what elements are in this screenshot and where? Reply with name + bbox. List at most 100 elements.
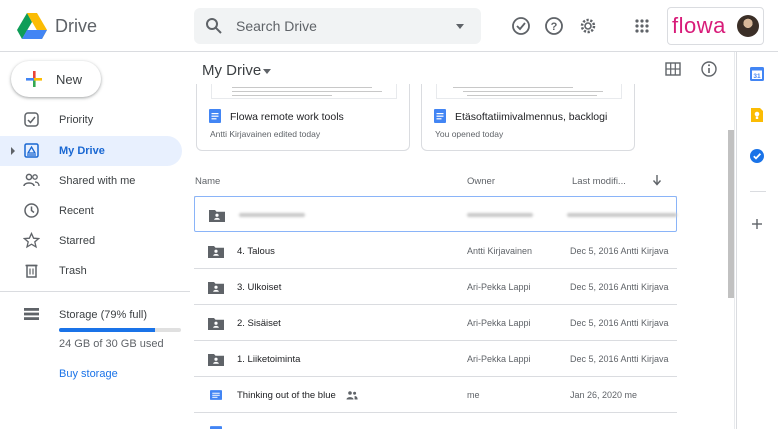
search-bar[interactable] [194,8,481,44]
clock-icon [24,203,39,218]
suggested-file-card[interactable]: Flowa remote work tools Antti Kirjavaine… [196,84,410,151]
storage-label[interactable]: Storage (79% full) [59,309,147,321]
page-title[interactable]: My Drive [202,62,261,79]
my-drive-icon [24,143,39,158]
file-preview-thumbnail [436,84,622,99]
table-row[interactable]: 2. Sisäiset Ari-Pekka Lappi Dec 5, 2016 … [194,305,677,341]
file-modified: Dec 5, 2016 Antti Kirjava [570,318,669,328]
file-name: 1. Liiketoiminta [237,354,301,365]
scrollbar-track [734,52,735,429]
sidebar-divider [0,291,190,292]
sidebar-item-shared-with-me[interactable]: Shared with me [0,166,182,196]
shared-folder-icon [208,318,224,330]
sidebar-item-label: Priority [59,114,94,126]
settings-gear-icon[interactable] [577,15,599,37]
sort-arrow-down-icon[interactable] [652,174,662,186]
expand-caret-icon[interactable] [11,147,15,155]
search-input[interactable] [236,16,436,36]
storage-used-text: 24 GB of 30 GB used [59,338,164,350]
buy-storage-link[interactable]: Buy storage [59,368,118,380]
docs-file-icon [434,109,446,123]
shared-folder-icon [209,210,225,222]
table-row[interactable] [194,196,677,232]
card-title: Flowa remote work tools [230,111,344,123]
redacted-owner [467,213,533,217]
app-name[interactable]: Drive [55,16,97,37]
file-modified: Dec 5, 2016 Antti Kirjava [570,354,669,364]
table-row[interactable]: 3. Ulkoiset Ari-Pekka Lappi Dec 5, 2016 … [194,269,677,305]
table-row[interactable]: 4. Talous Antti Kirjavainen Dec 5, 2016 … [194,233,677,269]
column-header-last-modified[interactable]: Last modifi... [572,176,626,187]
redacted-modified [567,213,677,217]
sidebar-item-priority[interactable]: Priority [0,105,182,135]
search-options-icon[interactable] [456,24,464,29]
offline-ready-icon[interactable] [510,15,532,37]
table-row-partial[interactable] [194,413,677,429]
svg-text:?: ? [551,21,558,33]
search-icon[interactable] [205,17,223,35]
tasks-icon[interactable] [749,148,765,164]
shared-folder-icon [208,282,224,294]
side-panel: 31 [736,52,778,429]
file-name: Thinking out of the blue [237,390,336,401]
calendar-icon[interactable]: 31 [749,66,765,82]
docs-file-icon [210,426,222,429]
table-row[interactable]: 1. Liiketoiminta Ari-Pekka Lappi Dec 5, … [194,341,677,377]
storage-progress-bar [59,328,181,332]
drive-logo-icon[interactable] [17,13,47,39]
svg-text:31: 31 [753,73,761,80]
chevron-down-icon[interactable] [263,69,271,74]
card-subtitle: Antti Kirjavainen edited today [210,129,321,139]
side-panel-divider [750,191,766,192]
shared-folder-icon [208,246,224,258]
shared-folder-icon [208,354,224,366]
file-owner: Ari-Pekka Lappi [467,318,531,328]
redacted-name [239,213,305,217]
table-row[interactable]: Thinking out of the blue me Jan 26, 2020… [194,377,677,413]
file-modified: Dec 5, 2016 Antti Kirjava [570,282,669,292]
file-name: 3. Ulkoiset [237,282,282,293]
help-icon[interactable]: ? [543,15,565,37]
apps-grid-icon[interactable] [631,15,653,37]
sidebar-item-label: Trash [59,265,87,277]
storage-icon [24,308,39,320]
sidebar-item-my-drive[interactable]: My Drive [0,136,182,166]
sidebar-item-starred[interactable]: Starred [0,226,182,256]
suggested-file-card[interactable]: Etäsoftatiimivalmennus, backlogi You ope… [421,84,635,151]
file-preview-thumbnail [211,84,397,99]
shared-people-icon [346,391,358,400]
grid-view-icon[interactable] [665,62,681,76]
card-title: Etäsoftatiimivalmennus, backlogi [455,111,608,123]
sidebar-item-trash[interactable]: Trash [0,256,182,286]
trash-icon [25,264,38,278]
add-addon-plus-icon[interactable] [751,218,763,230]
column-header-owner[interactable]: Owner [467,176,495,187]
new-button[interactable]: New [11,61,101,97]
star-icon [23,232,40,249]
plus-icon [26,71,42,87]
file-owner: Ari-Pekka Lappi [467,282,531,292]
new-button-label: New [56,72,83,87]
brand-logo: flowa [672,13,726,38]
column-header-name[interactable]: Name [195,176,220,187]
shared-people-icon [23,173,40,187]
avatar[interactable] [737,15,759,37]
sidebar-item-recent[interactable]: Recent [0,196,182,226]
storage-progress-fill [59,328,156,332]
docs-file-icon [210,390,222,400]
file-name: 2. Sisäiset [237,318,281,329]
scrollbar-thumb[interactable] [728,130,734,298]
sidebar-item-label: Shared with me [59,175,136,187]
file-owner: Antti Kirjavainen [467,246,533,256]
account-brand[interactable]: flowa [667,7,764,45]
priority-icon [24,112,39,127]
info-icon[interactable] [700,60,718,78]
file-owner: me [467,390,480,400]
sidebar-item-label: My Drive [59,145,105,157]
sidebar-item-label: Recent [59,205,94,217]
file-owner: Ari-Pekka Lappi [467,354,531,364]
card-subtitle: You opened today [435,129,504,139]
keep-icon[interactable] [749,107,765,123]
docs-file-icon [209,109,221,123]
file-modified: Dec 5, 2016 Antti Kirjava [570,246,669,256]
